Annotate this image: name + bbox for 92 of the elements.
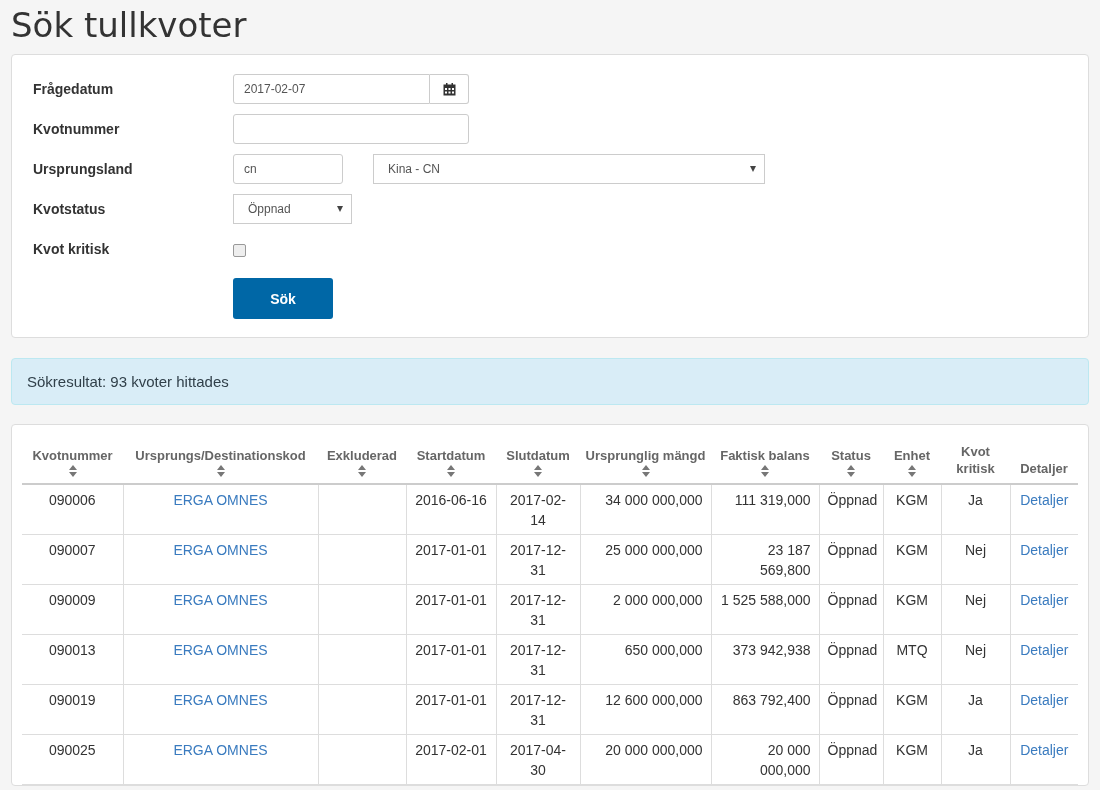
column-header[interactable]: Enhet	[883, 439, 941, 484]
table-cell: 20 000 000,000	[580, 734, 711, 785]
table-cell: Öppnad	[819, 584, 883, 635]
sort-icon	[847, 465, 855, 477]
column-header[interactable]: Status	[819, 439, 883, 484]
table-cell: 2017-12-31	[496, 584, 580, 635]
table-cell: 20 000 000,000	[711, 734, 819, 785]
text-input-field[interactable]	[233, 114, 469, 144]
search-button[interactable]: Sök	[233, 278, 333, 319]
origin-link[interactable]: ERGA OMNES	[173, 642, 268, 658]
sort-icon	[68, 465, 77, 477]
table-cell: Öppnad	[819, 634, 883, 685]
table-cell: KGM	[883, 684, 941, 735]
checkbox[interactable]	[233, 243, 246, 257]
sort-icon	[908, 465, 916, 477]
table-cell: 090025	[22, 734, 123, 785]
table-cell: 2017-01-01	[406, 584, 496, 635]
table-cell: 863 792,400	[711, 684, 819, 735]
field-label: Kvotstatus	[33, 201, 107, 217]
table-cell: 090007	[22, 534, 123, 585]
origin-link[interactable]: ERGA OMNES	[173, 592, 268, 608]
table-cell: Öppnad	[819, 734, 883, 785]
table-cell: Öppnad	[819, 684, 883, 735]
table-cell: 373 942,938	[711, 634, 819, 685]
table-cell: 2017-12-31	[496, 534, 580, 585]
caret-icon	[750, 166, 756, 172]
table-cell: Nej	[941, 634, 1010, 685]
table-cell: 2017-01-01	[406, 534, 496, 585]
table-cell: Öppnad	[819, 484, 883, 535]
column-header[interactable]: Slutdatum	[496, 439, 580, 484]
calendar-button[interactable]	[430, 74, 469, 104]
table-cell: Öppnad	[819, 534, 883, 585]
table-cell: MTQ	[883, 634, 941, 685]
table-cell: 2017-04-30	[496, 734, 580, 785]
column-header[interactable]: Kvotnummer	[22, 439, 123, 484]
table-cell: 34 000 000,000	[580, 484, 711, 535]
origin-link[interactable]: ERGA OMNES	[173, 542, 268, 558]
table-cell: KGM	[883, 484, 941, 535]
table-cell: 2017-01-01	[406, 634, 496, 685]
calendar-icon	[442, 82, 456, 96]
status-dropdown[interactable]: Öppnad	[233, 194, 352, 224]
column-header: Detaljer	[1010, 439, 1078, 484]
code-input-field[interactable]: cn	[233, 154, 343, 184]
table-cell: 090006	[22, 484, 123, 535]
table-cell: 2017-12-31	[496, 634, 580, 685]
country-dropdown[interactable]: Kina - CN	[373, 154, 765, 184]
table-cell: KGM	[883, 534, 941, 585]
table-cell: 2017-02-01	[406, 734, 496, 785]
sort-icon	[641, 465, 650, 477]
table-cell: KGM	[883, 734, 941, 785]
result-alert: Sökresultat: 93 kvoter hittades	[11, 358, 1089, 405]
column-header[interactable]: Ursprunglig mängd	[580, 439, 711, 484]
table-cell: 1 525 588,000	[711, 584, 819, 635]
sort-icon	[761, 465, 769, 477]
column-header[interactable]: Exkluderad	[318, 439, 406, 484]
table-cell: Ja	[941, 684, 1010, 735]
table-cell: 090009	[22, 584, 123, 635]
table-cell: KGM	[883, 584, 941, 635]
table-cell: 2017-02-14	[496, 484, 580, 535]
table-cell: Ja	[941, 484, 1010, 535]
table-cell: Nej	[941, 584, 1010, 635]
field-label: Frågedatum	[33, 81, 115, 97]
column-header[interactable]: Startdatum	[406, 439, 496, 484]
origin-link[interactable]: ERGA OMNES	[173, 492, 268, 508]
origin-link[interactable]: ERGA OMNES	[173, 742, 268, 758]
table-cell: 2 000 000,000	[580, 584, 711, 635]
sort-icon	[358, 465, 366, 477]
sort-icon	[447, 465, 455, 477]
table-cell: 090019	[22, 684, 123, 735]
caret-icon	[337, 206, 343, 212]
table-cell: 650 000,000	[580, 634, 711, 685]
column-header[interactable]: Ursprungs/Destinationskod	[123, 439, 318, 484]
date-input-field[interactable]: 2017-02-07	[233, 74, 430, 104]
column-header: Kvot kritisk	[941, 439, 1010, 484]
field-label: Kvot kritisk	[33, 241, 111, 257]
table-cell: 111 319,000	[711, 484, 819, 535]
table-cell: 12 600 000,000	[580, 684, 711, 735]
table-cell: 2017-01-01	[406, 684, 496, 735]
table-cell: 2016-06-16	[406, 484, 496, 535]
sort-icon	[534, 465, 542, 477]
table-cell: Nej	[941, 534, 1010, 585]
page-title: Sök tullkvoter	[11, 4, 248, 47]
column-header[interactable]: Faktisk balans	[711, 439, 819, 484]
sort-icon	[216, 465, 225, 477]
table-cell: 23 187 569,800	[711, 534, 819, 585]
table-cell: Ja	[941, 734, 1010, 785]
field-label: Kvotnummer	[33, 121, 121, 137]
table-cell: 25 000 000,000	[580, 534, 711, 585]
table-cell: 2017-12-31	[496, 684, 580, 735]
origin-link[interactable]: ERGA OMNES	[173, 692, 268, 708]
field-label: Ursprungsland	[33, 161, 134, 177]
table-cell: 090013	[22, 634, 123, 685]
